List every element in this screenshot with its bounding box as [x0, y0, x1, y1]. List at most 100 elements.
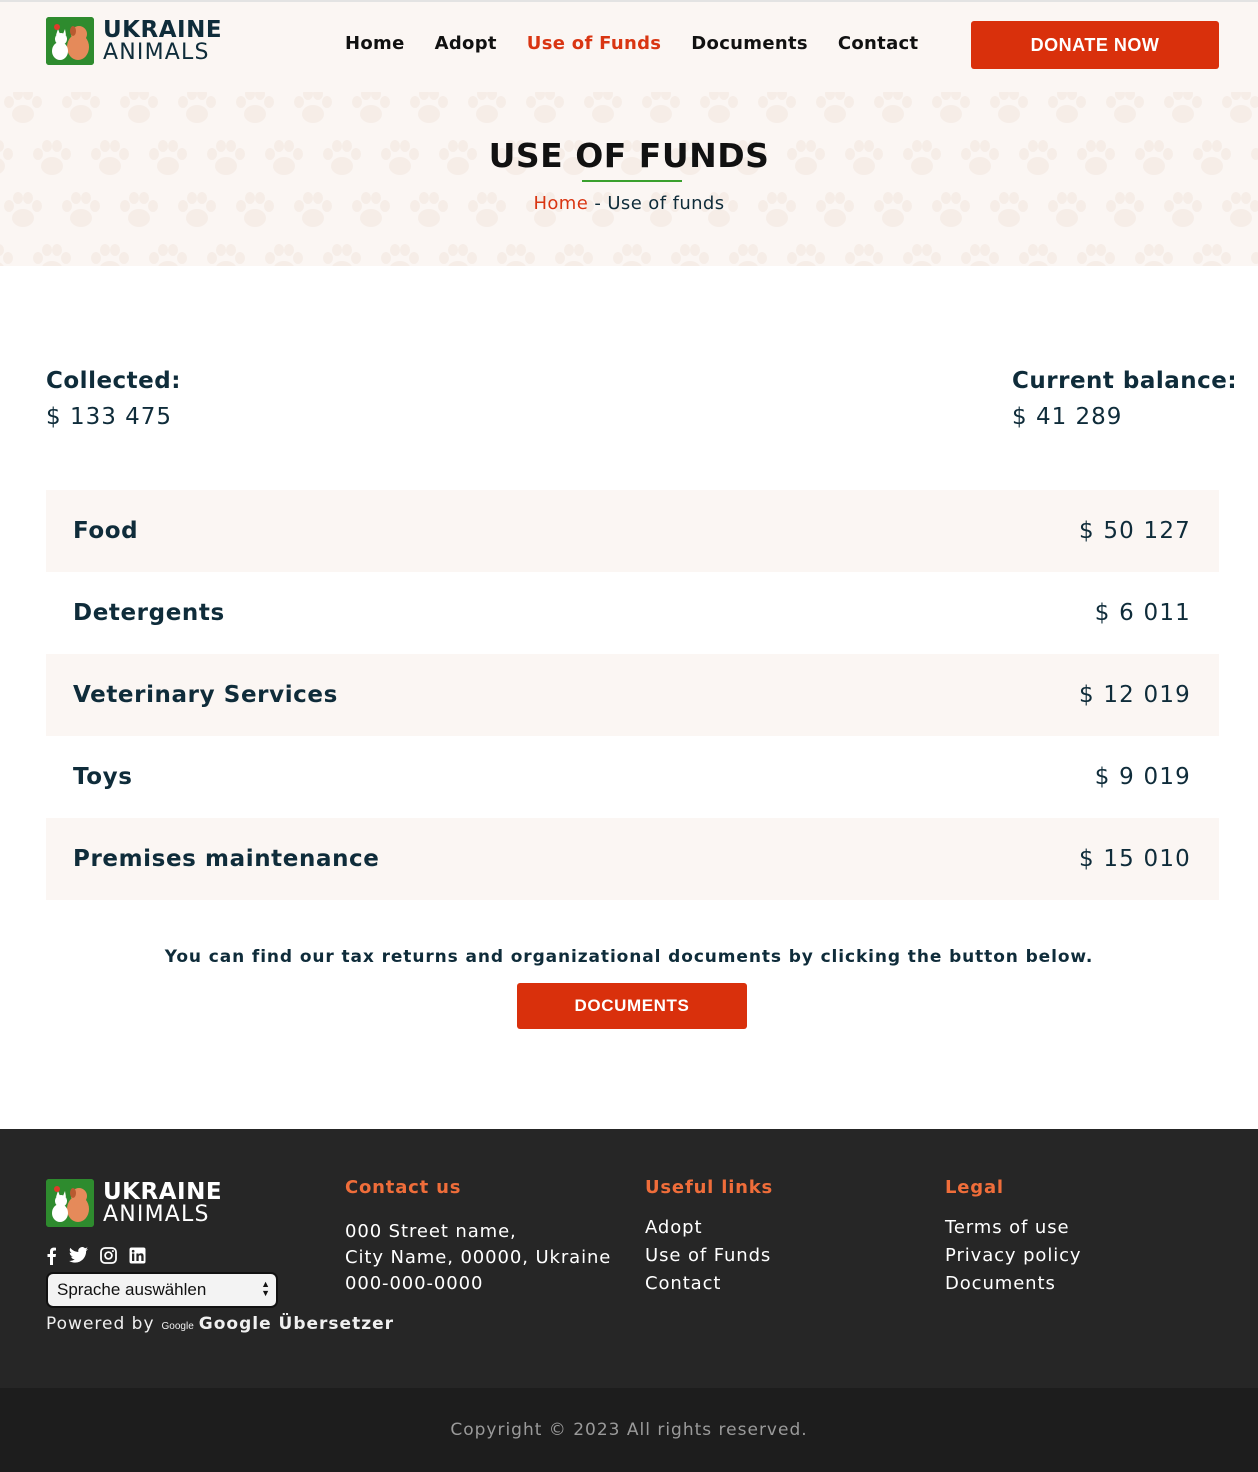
nav-link-documents[interactable]: Documents — [691, 33, 808, 54]
site-header: UKRAINE ANIMALS Home Adopt Use of Funds … — [0, 0, 1258, 92]
paw-print-icon — [667, 242, 713, 266]
paw-print-icon — [0, 242, 17, 266]
paw-print-icon — [1015, 242, 1061, 266]
google-translate-link[interactable]: Google Übersetzer — [199, 1314, 394, 1334]
paw-print-icon — [116, 92, 162, 126]
contact-phone: 000-000-0000 — [345, 1273, 484, 1294]
collected-label: Collected: — [46, 368, 181, 394]
site-footer: UKRAINE ANIMALS Sprache auswählen ▲ ▼ Pow… — [0, 1129, 1258, 1388]
footer-useful-links-heading: Useful links — [645, 1177, 774, 1198]
logo-text-secondary: ANIMALS — [103, 39, 210, 65]
language-select-value: Sprache auswählen — [57, 1280, 207, 1299]
paw-print-icon — [290, 92, 336, 126]
fund-amount: $ 15 010 — [1078, 846, 1191, 872]
logo-text-secondary: ANIMALS — [103, 1201, 210, 1227]
instagram-icon[interactable] — [100, 1247, 117, 1265]
paw-print-icon — [29, 242, 75, 266]
fund-amount: $ 9 019 — [1094, 764, 1191, 790]
paw-print-icon — [1044, 92, 1090, 126]
paw-print-icon — [493, 242, 539, 266]
paw-print-icon — [841, 242, 887, 266]
fund-row: Premises maintenance $ 15 010 — [46, 818, 1219, 900]
paw-print-icon — [435, 242, 481, 266]
paw-print-icon — [638, 92, 684, 126]
paw-print-icon — [377, 242, 423, 266]
paw-print-icon — [812, 92, 858, 126]
powered-by-google: Powered by Google Google Übersetzer — [46, 1314, 394, 1334]
paw-print-icon — [986, 92, 1032, 126]
paw-print-icon — [1189, 242, 1235, 266]
paw-print-icon — [0, 92, 46, 126]
page-title: USE OF FUNDS — [488, 136, 770, 175]
fund-category: Veterinary Services — [73, 682, 338, 708]
paw-print-icon — [145, 242, 191, 266]
collected-value: $ 133 475 — [46, 403, 173, 430]
paw-print-icon — [1131, 242, 1177, 266]
donate-now-button[interactable]: DONATE NOW — [971, 21, 1219, 69]
paw-print-icon — [406, 92, 452, 126]
paw-print-icon — [203, 242, 249, 266]
logo-mark-icon — [46, 17, 94, 65]
paw-print-icon — [319, 242, 365, 266]
contact-address-line: 000 Street name, — [345, 1221, 517, 1242]
collected-total: Collected: $ 133 475 — [46, 364, 181, 435]
paw-print-icon — [609, 242, 655, 266]
paw-print-icon — [551, 242, 597, 266]
paw-print-icon — [928, 92, 974, 126]
paw-print-icon — [464, 92, 510, 126]
paw-print-icon — [580, 92, 626, 126]
fund-amount: $ 50 127 — [1078, 518, 1191, 544]
logo-mark-icon — [46, 1179, 94, 1227]
nav-link-contact[interactable]: Contact — [838, 33, 919, 54]
powered-by-label: Powered by — [46, 1314, 155, 1334]
paw-print-icon — [232, 92, 278, 126]
language-select[interactable]: Sprache auswählen ▲ ▼ — [46, 1272, 278, 1308]
paw-print-icon — [783, 242, 829, 266]
footer-link-use-of-funds[interactable]: Use of Funds — [645, 1242, 773, 1270]
footer-contact: Contact us 000 Street name, City Name, 0… — [345, 1177, 611, 1297]
footer-link-privacy[interactable]: Privacy policy — [945, 1242, 1081, 1270]
footer-link-contact[interactable]: Contact — [645, 1270, 773, 1298]
nav-link-adopt[interactable]: Adopt — [435, 33, 497, 54]
contact-city-line: City Name, 00000, Ukraine — [345, 1247, 612, 1268]
footer-useful-links: Useful links Adopt Use of Funds Contact — [645, 1177, 773, 1298]
fund-category: Detergents — [73, 600, 225, 626]
logo-text-primary: UKRAINE — [103, 1178, 223, 1205]
current-balance-label: Current balance: — [1012, 368, 1238, 394]
fund-row: Veterinary Services $ 12 019 — [46, 654, 1219, 736]
footer-legal-heading: Legal — [945, 1177, 1004, 1198]
paw-print-icon — [1073, 242, 1119, 266]
footer-link-documents[interactable]: Documents — [945, 1270, 1081, 1298]
paw-print-icon — [522, 92, 568, 126]
twitter-icon[interactable] — [69, 1247, 88, 1265]
documents-button[interactable]: DOCUMENTS — [517, 983, 747, 1029]
fund-row: Detergents $ 6 011 — [46, 572, 1219, 654]
footer-link-adopt[interactable]: Adopt — [645, 1214, 773, 1242]
paw-print-icon — [725, 242, 771, 266]
footer-legal: Legal Terms of use Privacy policy Docume… — [945, 1177, 1081, 1298]
facebook-icon[interactable] — [46, 1247, 57, 1265]
linkedin-icon[interactable] — [129, 1247, 146, 1265]
paw-print-icon — [58, 92, 104, 126]
current-balance: Current balance: $ 41 289 — [1012, 364, 1237, 435]
breadcrumb: Home - Use of funds — [0, 193, 1258, 214]
paw-print-icon — [261, 242, 307, 266]
current-balance-value: $ 41 289 — [1012, 403, 1123, 430]
funds-table: Food $ 50 127 Detergents $ 6 011 Veterin… — [46, 490, 1219, 900]
fund-row: Toys $ 9 019 — [46, 736, 1219, 818]
paw-print-icon — [899, 242, 945, 266]
paw-print-icon — [1102, 92, 1148, 126]
social-links — [46, 1247, 158, 1265]
site-logo[interactable]: UKRAINE ANIMALS — [46, 17, 222, 65]
nav-link-use-of-funds[interactable]: Use of Funds — [527, 33, 662, 54]
fund-amount: $ 12 019 — [1078, 682, 1191, 708]
footer-logo[interactable]: UKRAINE ANIMALS — [46, 1179, 222, 1227]
breadcrumb-home-link[interactable]: Home — [533, 193, 588, 214]
breadcrumb-current: Use of funds — [607, 193, 725, 214]
google-logo-icon: Google — [161, 1321, 194, 1332]
nav-link-home[interactable]: Home — [345, 33, 405, 54]
footer-link-terms[interactable]: Terms of use — [945, 1214, 1081, 1242]
title-underline — [582, 180, 682, 182]
paw-print-icon — [1218, 92, 1258, 126]
paw-print-icon — [1247, 242, 1258, 266]
